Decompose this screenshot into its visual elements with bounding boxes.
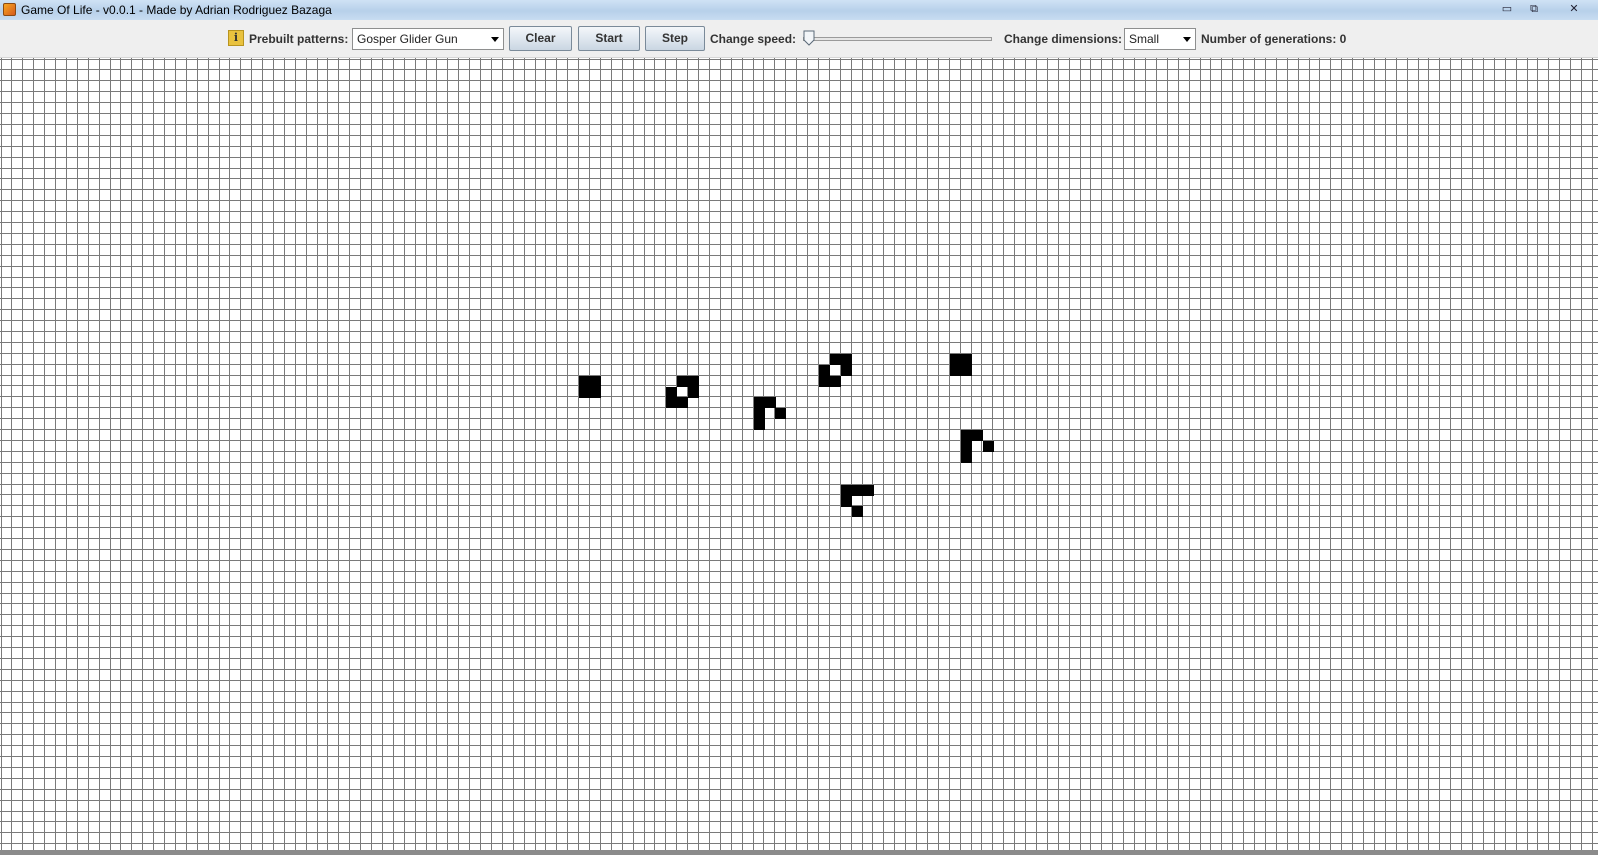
live-cell[interactable] <box>830 376 841 387</box>
live-cell[interactable] <box>579 387 590 398</box>
live-cell[interactable] <box>972 430 983 441</box>
speed-slider[interactable] <box>803 29 992 49</box>
chevron-down-icon <box>491 37 499 42</box>
live-cell[interactable] <box>666 397 677 408</box>
live-cell[interactable] <box>863 485 874 496</box>
dimensions-dropdown-value: Small <box>1129 32 1160 46</box>
maximize-button[interactable]: ⧉ <box>1521 1 1547 17</box>
live-cell[interactable] <box>830 354 841 365</box>
live-cell[interactable] <box>765 397 776 408</box>
generations-counter: Number of generations: 0 <box>1201 32 1347 46</box>
live-cell[interactable] <box>819 365 830 376</box>
grid-lines <box>0 58 1598 855</box>
patterns-dropdown-value: Gosper Glider Gun <box>357 32 458 46</box>
toolbar: i Prebuilt patterns: Gosper Glider Gun C… <box>0 20 1598 58</box>
live-cell[interactable] <box>852 506 863 517</box>
info-icon: i <box>228 30 244 46</box>
dimensions-dropdown[interactable]: Small <box>1124 28 1196 50</box>
live-cell[interactable] <box>961 354 972 365</box>
window-title: Game Of Life - v0.0.1 - Made by Adrian R… <box>21 3 332 17</box>
live-cell[interactable] <box>961 365 972 376</box>
clear-button[interactable]: Clear <box>509 26 572 51</box>
live-cell[interactable] <box>677 397 688 408</box>
live-cell[interactable] <box>590 376 601 387</box>
live-cell[interactable] <box>841 496 852 507</box>
live-cell[interactable] <box>754 408 765 419</box>
start-button[interactable]: Start <box>578 26 640 51</box>
live-cell[interactable] <box>961 452 972 463</box>
live-cell[interactable] <box>983 441 994 452</box>
step-button[interactable]: Step <box>645 26 705 51</box>
minimize-button[interactable]: ▭ <box>1494 1 1520 17</box>
live-cell[interactable] <box>688 376 699 387</box>
live-cell[interactable] <box>852 485 863 496</box>
live-cell[interactable] <box>688 387 699 398</box>
dimensions-label: Change dimensions: <box>1004 32 1123 46</box>
live-cell[interactable] <box>819 376 830 387</box>
speed-label: Change speed: <box>710 32 797 46</box>
live-cell[interactable] <box>579 376 590 387</box>
speed-slider-track <box>803 37 992 41</box>
live-cell[interactable] <box>666 387 677 398</box>
game-grid[interactable] <box>0 58 1598 855</box>
close-button[interactable]: ✕ <box>1557 1 1591 17</box>
live-cell[interactable] <box>841 485 852 496</box>
live-cell[interactable] <box>677 376 688 387</box>
live-cell[interactable] <box>950 354 961 365</box>
live-cell[interactable] <box>841 365 852 376</box>
title-bar: Game Of Life - v0.0.1 - Made by Adrian R… <box>0 0 1598 20</box>
live-cell[interactable] <box>754 397 765 408</box>
chevron-down-icon <box>1183 37 1191 42</box>
live-cell[interactable] <box>754 419 765 430</box>
live-cell[interactable] <box>961 430 972 441</box>
live-cell[interactable] <box>950 365 961 376</box>
speed-slider-thumb[interactable] <box>803 30 815 46</box>
live-cell[interactable] <box>841 354 852 365</box>
live-cell[interactable] <box>775 408 786 419</box>
patterns-dropdown[interactable]: Gosper Glider Gun <box>352 28 504 50</box>
live-cell[interactable] <box>590 387 601 398</box>
java-app-icon <box>3 3 16 16</box>
patterns-label: Prebuilt patterns: <box>249 32 349 46</box>
window-bottom-border <box>0 850 1598 855</box>
cell-grid[interactable] <box>0 58 1598 855</box>
live-cell[interactable] <box>961 441 972 452</box>
